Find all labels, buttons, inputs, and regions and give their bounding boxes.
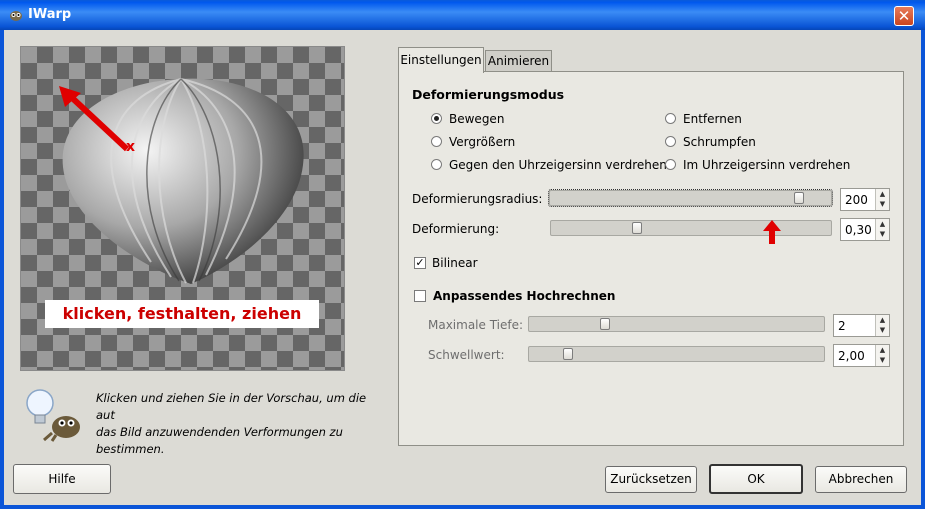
amount-label: Deformierung: — [412, 222, 500, 236]
spin-value: 200 — [845, 193, 868, 207]
close-icon: ✕ — [897, 7, 911, 25]
mode-heading: Deformierungsmodus — [412, 87, 565, 102]
amount-slider[interactable] — [550, 220, 832, 236]
tab-label: Animieren — [487, 54, 550, 68]
max-depth-slider[interactable] — [528, 316, 825, 332]
help-button[interactable]: Hilfe — [13, 464, 111, 494]
ok-button[interactable]: OK — [709, 464, 803, 494]
window-frame-left — [0, 30, 4, 509]
spin-value: 2,00 — [838, 349, 865, 363]
hint-text: Klicken und ziehen Sie in der Vorschau, … — [96, 391, 367, 456]
radio-label: Im Uhrzeigersinn verdrehen — [683, 158, 851, 172]
tab-einstellungen[interactable]: Einstellungen — [398, 47, 484, 73]
radius-label: Deformierungsradius: — [412, 192, 543, 206]
tab-animieren[interactable]: Animieren — [485, 50, 552, 72]
slider-thumb[interactable] — [794, 192, 804, 204]
spin-arrows-icon[interactable]: ▲ ▼ — [875, 219, 889, 240]
radio-indicator — [665, 113, 676, 124]
checkbox-label: Anpassendes Hochrechnen — [433, 289, 616, 303]
radio-gegen-uhrzeigersinn[interactable]: Gegen den Uhrzeigersinn verdrehen — [431, 158, 667, 174]
drag-end-marker: x — [126, 139, 136, 155]
cancel-button[interactable]: Abbrechen — [815, 466, 907, 493]
radius-slider[interactable] — [548, 189, 833, 207]
checkbox-checked-icon: ✓ — [414, 256, 426, 269]
radio-indicator — [431, 136, 442, 147]
radio-label: Vergrößern — [449, 135, 516, 149]
radio-label: Entfernen — [683, 112, 742, 126]
reset-button[interactable]: Zurücksetzen — [605, 466, 697, 493]
radio-label: Bewegen — [449, 112, 505, 126]
radio-schrumpfen[interactable]: Schrumpfen — [665, 135, 865, 151]
max-depth-label: Maximale Tiefe: — [428, 318, 524, 332]
window-frame-right — [921, 30, 925, 509]
spin-arrows-icon[interactable]: ▲ ▼ — [875, 189, 889, 210]
spin-arrows-icon[interactable]: ▲ ▼ — [875, 345, 889, 366]
window-frame-bottom — [0, 505, 925, 509]
radius-spinbutton[interactable]: 200 ▲ ▼ — [840, 188, 890, 211]
instruction-label: klicken, festhalten, ziehen — [45, 300, 319, 328]
spin-value: 2 — [838, 319, 846, 333]
radio-indicator — [665, 136, 676, 147]
threshold-label: Schwellwert: — [428, 348, 505, 362]
radio-indicator — [431, 159, 442, 170]
radio-bewegen[interactable]: Bewegen — [431, 112, 661, 128]
red-arrow-up-icon — [763, 220, 781, 244]
radio-entfernen[interactable]: Entfernen — [665, 112, 865, 128]
lightbulb-hint-icon — [26, 389, 80, 442]
threshold-spinbutton[interactable]: 2,00 ▲ ▼ — [833, 344, 890, 367]
checkbox-unchecked-icon — [414, 290, 426, 302]
radio-label: Gegen den Uhrzeigersinn verdrehen — [449, 158, 667, 172]
adaptive-checkbox[interactable]: Anpassendes Hochrechnen — [414, 289, 634, 305]
gimp-app-icon — [10, 11, 22, 21]
radio-label: Schrumpfen — [683, 135, 756, 149]
radio-im-uhrzeigersinn[interactable]: Im Uhrzeigersinn verdrehen — [665, 158, 885, 174]
slider-thumb[interactable] — [563, 348, 573, 360]
checkbox-label: Bilinear — [432, 256, 478, 270]
max-depth-spinbutton[interactable]: 2 ▲ ▼ — [833, 314, 890, 337]
spin-arrows-icon[interactable]: ▲ ▼ — [875, 315, 889, 336]
title-bar[interactable]: IWarp ✕ — [0, 0, 925, 30]
radio-vergroessern[interactable]: Vergrößern — [431, 135, 661, 151]
bilinear-checkbox[interactable]: ✓ Bilinear — [414, 256, 514, 272]
amount-spinbutton[interactable]: 0,30 ▲ ▼ — [840, 218, 890, 241]
iwarp-dialog: IWarp ✕ x klicken, festhalten, ziehen Kl… — [0, 0, 925, 509]
radio-indicator — [665, 159, 676, 170]
preview-canvas[interactable]: x klicken, festhalten, ziehen — [20, 46, 345, 371]
threshold-slider[interactable] — [528, 346, 825, 362]
slider-thumb[interactable] — [600, 318, 610, 330]
tab-label: Einstellungen — [400, 53, 482, 67]
close-button[interactable]: ✕ — [894, 6, 914, 26]
spin-value: 0,30 — [845, 223, 872, 237]
slider-thumb[interactable] — [632, 222, 642, 234]
radio-indicator — [431, 113, 442, 124]
window-title: IWarp — [28, 7, 72, 22]
